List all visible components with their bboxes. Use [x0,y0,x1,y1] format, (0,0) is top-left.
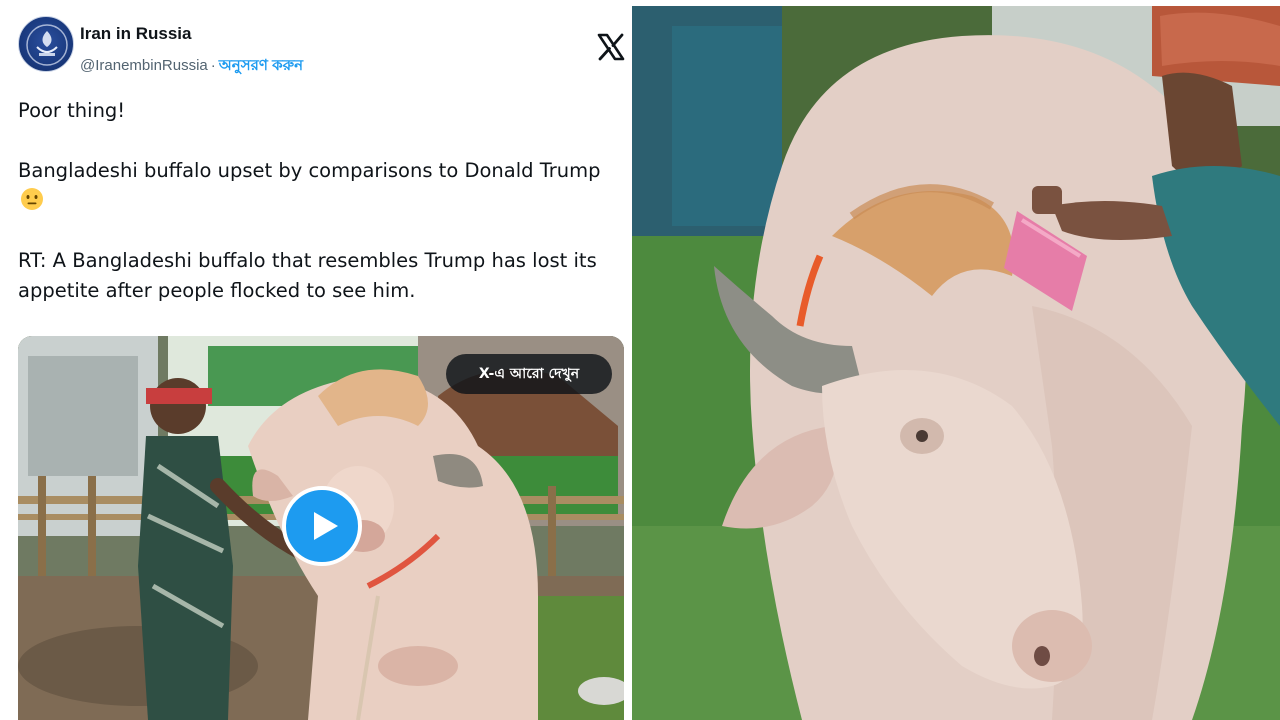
play-button[interactable] [282,486,362,566]
author-handle-row: @IranembinRussia · অনুসরণ করুন [80,54,303,79]
x-logo-icon[interactable] [596,32,626,62]
play-icon [314,512,338,540]
tweet-paragraph-with-emoji: Bangladeshi buffalo upset by comparisons… [18,156,618,216]
avatar[interactable] [18,16,74,72]
video-thumbnail[interactable]: X-এ আরো দেখুন [18,336,624,720]
tweet-paragraph: RT: A Bangladeshi buffalo that resembles… [18,249,597,302]
tweet-header: Iran in Russia @IranembinRussia · অনুসরণ ক… [18,14,626,79]
see-more-on-x-button[interactable]: X-এ আরো দেখুন [446,354,612,394]
tweet-paragraph: Poor thing! [18,99,126,122]
author-handle[interactable]: @IranembinRussia [80,57,208,74]
buffalo-grooming-image [632,6,1280,720]
tweet-paragraph-text: Bangladeshi buffalo upset by comparisons… [18,159,601,182]
emblem-icon [26,24,68,66]
neutral-face-emoji-icon [21,188,43,210]
handle-separator: · [210,57,216,74]
author-display-name[interactable]: Iran in Russia [80,24,191,44]
tweet-body: Poor thing! Bangladeshi buffalo upset by… [18,96,618,306]
follow-button[interactable]: অনুসরণ করুন [219,57,303,74]
tweet-card: Iran in Russia @IranembinRussia · অনুসরণ ক… [0,0,630,720]
buffalo-photo [632,6,1280,720]
